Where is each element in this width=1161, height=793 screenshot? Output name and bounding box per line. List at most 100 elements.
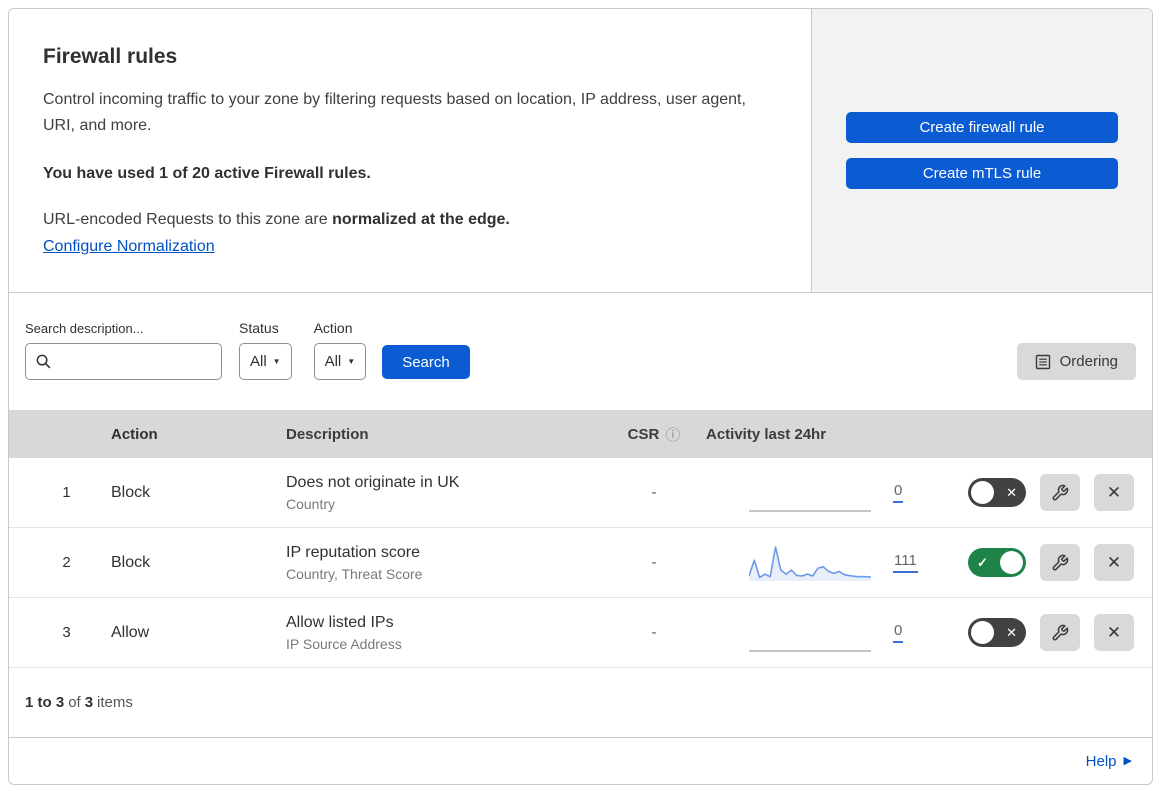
- pagination-total: 3: [84, 694, 94, 711]
- rule-number: 3: [62, 624, 71, 641]
- chevron-down-icon: ▼: [272, 357, 281, 366]
- rule-activity-cell: 111: [699, 543, 934, 583]
- pagination-summary: 1 to 3 of 3 items: [9, 668, 1152, 738]
- edit-rule-button[interactable]: [1040, 544, 1080, 581]
- rule-description: Does not originate in UK: [286, 473, 460, 491]
- close-icon: ✕: [1106, 483, 1122, 502]
- search-icon: [35, 353, 52, 370]
- toggle-knob: [1000, 551, 1023, 574]
- status-value: All: [250, 353, 267, 370]
- table-header: Action Description CSR ⓘ Activity last 2…: [9, 410, 1152, 458]
- status-label: Status: [239, 320, 279, 336]
- rule-controls: ✓ ✕ ✕: [934, 544, 1152, 581]
- wrench-icon: [1051, 554, 1069, 572]
- activity-count-link[interactable]: 0: [893, 482, 904, 503]
- rule-description: Allow listed IPs: [286, 613, 394, 631]
- rule-description-cell: Allow listed IPs IP Source Address: [279, 614, 609, 652]
- header-section: Firewall rules Control incoming traffic …: [8, 8, 1153, 293]
- rule-csr: -: [651, 484, 657, 501]
- rule-action: Block: [111, 483, 151, 501]
- create-mtls-rule-button[interactable]: Create mTLS rule: [846, 158, 1118, 189]
- page-description: Control incoming traffic to your zone by…: [43, 91, 746, 134]
- chevron-down-icon: ▼: [347, 357, 356, 366]
- edit-rule-button[interactable]: [1040, 474, 1080, 511]
- firewall-rules-page: Firewall rules Control incoming traffic …: [8, 8, 1153, 785]
- normalization-bold: normalized at the edge.: [332, 211, 510, 228]
- help-label: Help: [1085, 752, 1117, 770]
- activity-sparkline: [749, 613, 871, 653]
- rule-description-cell: IP reputation score Country, Threat Scor…: [279, 544, 609, 582]
- status-dropdown[interactable]: All ▼: [239, 343, 292, 380]
- col-action: Action: [111, 425, 158, 443]
- rule-action: Allow: [111, 623, 150, 641]
- rule-action: Block: [111, 553, 151, 571]
- normalization-prefix: URL-encoded Requests to this zone are: [43, 211, 333, 228]
- search-label: Search description...: [25, 321, 144, 336]
- action-dropdown[interactable]: All ▼: [313, 343, 367, 380]
- activity-count-link[interactable]: 111: [893, 552, 918, 573]
- col-description: Description: [286, 425, 369, 443]
- rule-number: 1: [62, 484, 71, 501]
- delete-rule-button[interactable]: ✕: [1094, 544, 1134, 581]
- rule-fields: Country, Threat Score: [286, 565, 423, 582]
- rule-description: IP reputation score: [286, 543, 421, 561]
- ordering-button-label: Ordering: [1059, 353, 1118, 370]
- info-icon[interactable]: ⓘ: [665, 424, 680, 445]
- col-csr-label: CSR: [627, 425, 660, 443]
- filter-bar: Search description... Status All ▼ Actio…: [9, 293, 1152, 410]
- header-card: Firewall rules Control incoming traffic …: [9, 9, 812, 292]
- x-icon: ✕: [1006, 484, 1017, 500]
- toggle-knob: [971, 481, 994, 504]
- delete-rule-button[interactable]: ✕: [1094, 614, 1134, 651]
- rule-enable-toggle[interactable]: ✓ ✕: [968, 548, 1026, 577]
- close-icon: ✕: [1106, 623, 1122, 642]
- rule-controls: ✓ ✕ ✕: [934, 474, 1152, 511]
- help-link[interactable]: Help ▶: [1086, 753, 1132, 770]
- search-button[interactable]: Search: [382, 345, 470, 379]
- action-field-group: Action All ▼: [313, 320, 383, 380]
- wrench-icon: [1051, 624, 1069, 642]
- rule-activity-cell: 0: [699, 613, 934, 653]
- rule-csr: -: [651, 554, 657, 571]
- col-activity: Activity last 24hr: [706, 425, 827, 443]
- rule-fields: Country: [286, 495, 336, 512]
- status-field-group: Status All ▼: [239, 320, 314, 380]
- delete-rule-button[interactable]: ✕: [1094, 474, 1134, 511]
- page-title: Firewall rules: [43, 45, 178, 68]
- rule-activity-cell: 0: [699, 473, 934, 513]
- rule-fields: IP Source Address: [286, 635, 402, 652]
- create-firewall-rule-button[interactable]: Create firewall rule: [846, 112, 1118, 143]
- wrench-icon: [1051, 484, 1069, 502]
- rule-enable-toggle[interactable]: ✓ ✕: [968, 478, 1026, 507]
- search-box[interactable]: [25, 343, 222, 380]
- activity-sparkline: [749, 543, 871, 583]
- x-icon: ✕: [1006, 624, 1017, 640]
- table-row: 2 Block IP reputation score Country, Thr…: [9, 528, 1152, 598]
- search-field-group: Search description...: [25, 321, 239, 380]
- normalization-note: URL-encoded Requests to this zone are no…: [43, 211, 771, 229]
- chevron-right-icon: ▶: [1123, 754, 1132, 767]
- rule-description-cell: Does not originate in UK Country: [279, 474, 609, 512]
- usage-summary: You have used 1 of 20 active Firewall ru…: [43, 165, 371, 182]
- rule-enable-toggle[interactable]: ✓ ✕: [968, 618, 1026, 647]
- action-value: All: [324, 353, 342, 370]
- pagination-of: of: [68, 694, 81, 711]
- rule-controls: ✓ ✕ ✕: [934, 614, 1152, 651]
- rule-csr: -: [651, 624, 657, 641]
- edit-rule-button[interactable]: [1040, 614, 1080, 651]
- actions-panel: Create firewall rule Create mTLS rule: [812, 9, 1152, 292]
- check-icon: ✓: [977, 554, 988, 570]
- configure-normalization-link[interactable]: Configure Normalization: [43, 238, 215, 255]
- close-icon: ✕: [1106, 553, 1122, 572]
- search-input[interactable]: [56, 352, 212, 371]
- help-bar: Help ▶: [9, 738, 1152, 784]
- toggle-knob: [971, 621, 994, 644]
- table-row: 3 Allow Allow listed IPs IP Source Addre…: [9, 598, 1152, 668]
- ordering-list-icon: [1035, 354, 1051, 370]
- table-row: 1 Block Does not originate in UK Country…: [9, 458, 1152, 528]
- pagination-range: 1 to 3: [25, 694, 65, 711]
- pagination-items: items: [97, 694, 133, 711]
- activity-count-link[interactable]: 0: [893, 622, 904, 643]
- rules-card: Search description... Status All ▼ Actio…: [8, 293, 1153, 785]
- ordering-button[interactable]: Ordering: [1016, 343, 1136, 380]
